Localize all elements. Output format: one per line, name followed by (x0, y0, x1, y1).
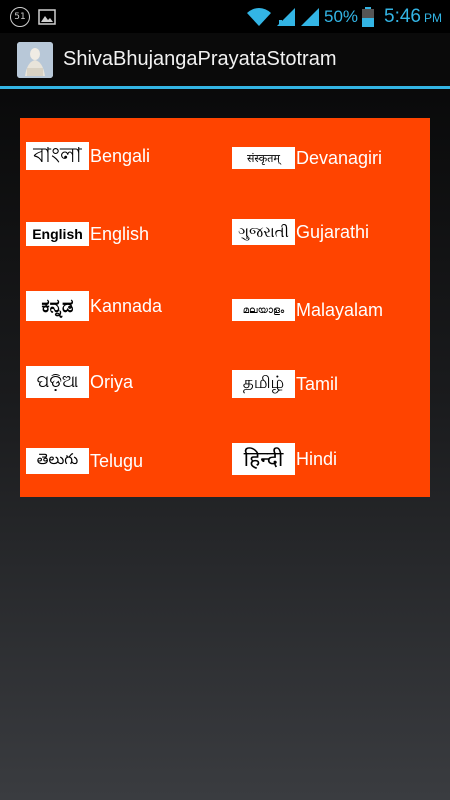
lang-item-bengali[interactable]: বাংলা Bengali (26, 140, 150, 172)
lang-item-devanagiri[interactable]: संस्कृतम् Devanagiri (232, 142, 382, 174)
shiva-statue-icon (17, 41, 53, 78)
lang-label-oriya: Oriya (90, 371, 134, 392)
clock-time: 5:46 (384, 5, 421, 27)
lang-label-bengali: Bengali (90, 145, 151, 166)
action-bar: ShivaBhujangaPrayataStotram (0, 33, 450, 89)
lang-item-gujarathi[interactable]: ગુજરાતી Gujarathi (232, 216, 369, 248)
status-bar: 51 50% 5:46 PM (0, 0, 450, 33)
lang-item-hindi[interactable]: हिन्दी Hindi (232, 443, 337, 475)
devanagiri-script-badge: संस्कृतम् (232, 147, 295, 169)
app-title: ShivaBhujangaPrayataStotram (63, 48, 337, 70)
hindi-script-badge: हिन्दी (232, 443, 295, 475)
signal-icon-2 (300, 7, 319, 26)
lang-label-telugu: Telugu (90, 450, 144, 471)
lang-label-hindi: Hindi (296, 448, 338, 469)
signal-icon (276, 7, 295, 26)
lang-label-kannada: Kannada (90, 295, 163, 316)
lang-item-oriya[interactable]: ପଡ଼ିଆ Oriya (26, 366, 133, 398)
lang-label-gujarathi: Gujarathi (296, 221, 370, 242)
bengali-script-badge: বাংলা (26, 142, 89, 170)
lang-item-kannada[interactable]: ಕನ್ನಡ Kannada (26, 290, 162, 322)
lang-label-english: English (90, 223, 150, 244)
lang-label-tamil: Tamil (296, 373, 339, 394)
lang-item-telugu[interactable]: తెలుగు Telugu (26, 445, 143, 477)
app-icon[interactable] (17, 41, 53, 78)
kannada-script-badge: ಕನ್ನಡ (26, 291, 89, 321)
gujarathi-script-badge: ગુજરાતી (232, 219, 295, 245)
battery-percent: 50% (323, 6, 359, 26)
notification-count: 51 (14, 11, 26, 22)
image-notification-icon (38, 8, 56, 25)
lang-item-english[interactable]: English English (26, 218, 149, 250)
lang-item-malayalam[interactable]: മലയാളം Malayalam (232, 294, 383, 326)
english-script-badge: English (26, 222, 89, 246)
telugu-script-badge: తెలుగు (26, 448, 89, 474)
language-panel: বাংলা Bengali संस्कृतम् Devanagiri Engli… (20, 118, 430, 497)
lang-label-devanagiri: Devanagiri (296, 147, 383, 168)
lang-label-malayalam: Malayalam (296, 299, 384, 320)
clock-ampm: PM (424, 10, 442, 25)
lang-item-tamil[interactable]: தமிழ் Tamil (232, 368, 338, 400)
malayalam-script-badge: മലയാളം (232, 299, 295, 321)
oriya-script-badge: ପଡ଼ିଆ (26, 366, 89, 398)
battery-icon (362, 6, 375, 27)
notification-badge-icon: 51 (10, 6, 30, 27)
wifi-icon (246, 7, 271, 26)
clock: 5:46 PM (384, 6, 442, 28)
tamil-script-badge: தமிழ் (232, 370, 295, 398)
